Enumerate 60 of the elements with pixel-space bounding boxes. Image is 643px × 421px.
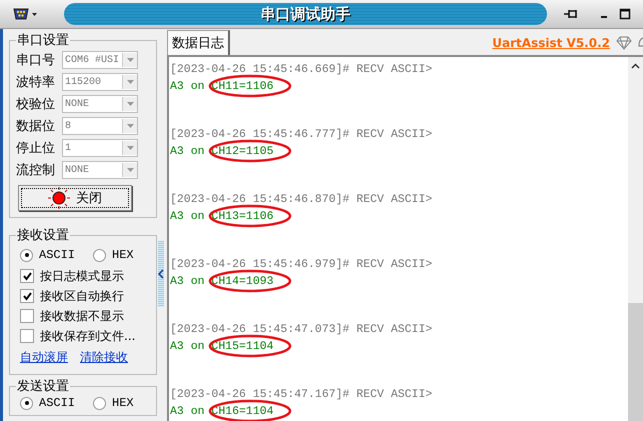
dropdown-arrow-icon[interactable] <box>126 124 134 128</box>
log-header: [2023-04-26 15:45:46.777]# RECV ASCII> <box>170 127 434 143</box>
window-title: 串口调试助手 <box>260 4 350 24</box>
collapse-handle[interactable] <box>158 241 164 307</box>
field-label: 流控制 <box>16 162 56 179</box>
log-value: CH15=1104 <box>211 339 274 355</box>
dropdown[interactable]: 1 <box>62 139 138 157</box>
log-text: A3 on <box>170 404 206 420</box>
log-text: A3 on <box>170 209 206 225</box>
tab[interactable]: 数据日志 <box>167 30 230 55</box>
checkmark-icon <box>22 270 32 282</box>
dropdown[interactable]: NONE <box>62 161 138 179</box>
field-label: 数据位 <box>16 118 56 135</box>
log-value: CH14=1093 <box>211 274 274 290</box>
scroll-up-icon[interactable] <box>631 63 640 69</box>
log-header: [2023-04-26 15:45:46.870]# RECV ASCII> <box>170 192 434 208</box>
dropdown[interactable]: NONE <box>62 95 138 113</box>
log-value: CH13=1106 <box>211 209 274 225</box>
checkbox-option[interactable]: 按日志模式显示 <box>16 266 150 286</box>
checkmark-icon <box>22 290 32 302</box>
dropdown-arrow-icon[interactable] <box>126 146 134 150</box>
group-title: 串口设置 <box>16 32 70 49</box>
field-label: 停止位 <box>16 140 56 157</box>
log-text: A3 on <box>170 339 206 355</box>
log-value: CH12=1105 <box>211 144 274 160</box>
checkbox-option[interactable]: 接收区自动换行 <box>16 286 150 306</box>
radio-option[interactable]: ASCII <box>20 248 76 262</box>
log-value: CH16=1104 <box>211 404 274 420</box>
log-text: A3 on <box>170 144 206 160</box>
field-label: 串口号 <box>16 52 56 69</box>
dropdown[interactable]: COM6 #USI <box>62 51 138 69</box>
port-button[interactable]: 关闭 <box>18 185 132 211</box>
maximize-icon[interactable] <box>619 8 631 20</box>
app-menu-icon[interactable] <box>13 7 39 21</box>
dropdown-arrow-icon[interactable] <box>126 102 134 106</box>
checkbox-option[interactable]: 接收数据不显示 <box>16 306 150 326</box>
dropdown[interactable]: 8 <box>62 117 138 135</box>
log-header: [2023-04-26 15:45:46.669]# RECV ASCII> <box>170 62 434 78</box>
dropdown[interactable]: 115200 <box>62 73 138 91</box>
radio-option[interactable]: ASCII <box>20 396 76 410</box>
log-header: [2023-04-26 15:45:47.167]# RECV ASCII> <box>170 387 434 403</box>
log-text: A3 on <box>170 274 206 290</box>
radio-option[interactable]: HEX <box>93 248 134 262</box>
field-label: 波特率 <box>16 74 56 91</box>
radio-option[interactable]: HEX <box>93 396 134 410</box>
dropdown-arrow-icon[interactable] <box>126 58 134 62</box>
checkbox-option[interactable]: 接收保存到文件... <box>16 326 150 346</box>
log-header: [2023-04-26 15:45:47.073]# RECV ASCII> <box>170 322 434 338</box>
dropdown-arrow-icon[interactable] <box>126 168 134 172</box>
diamond-icon[interactable] <box>616 36 632 50</box>
group-title: 接收设置 <box>16 227 70 244</box>
dropdown-arrow-icon[interactable] <box>126 80 134 84</box>
group-title: 发送设置 <box>16 378 70 395</box>
log-text: A3 on <box>170 79 206 95</box>
log-value: CH11=1106 <box>211 79 274 95</box>
field-label: 校验位 <box>16 96 56 113</box>
link[interactable]: 自动滚屏 <box>20 349 68 366</box>
link[interactable]: 清除接收 <box>80 349 128 366</box>
pin-icon[interactable] <box>563 8 579 20</box>
log-header: [2023-04-26 15:45:46.979]# RECV ASCII> <box>170 257 434 273</box>
